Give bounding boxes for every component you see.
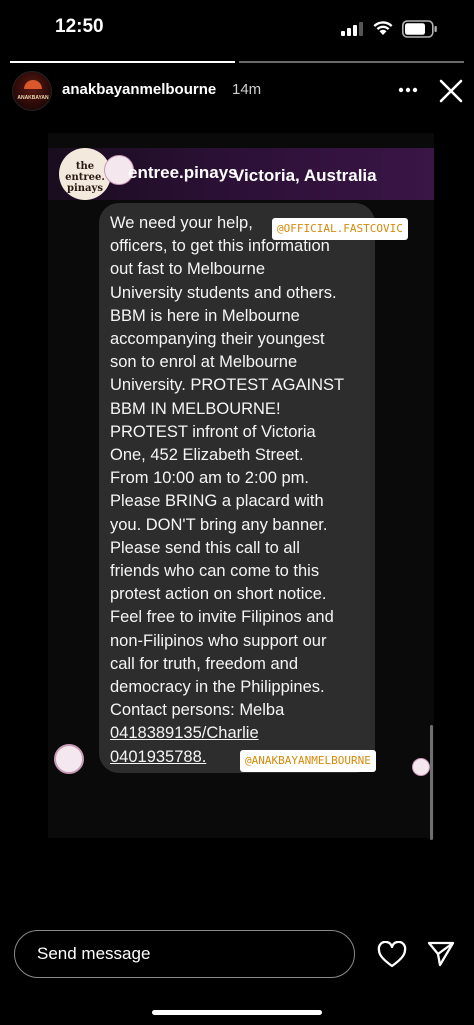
- mention-sticker-bottom[interactable]: @ANAKBAYANMELBOURNE: [240, 750, 376, 772]
- progress-segment: [239, 61, 464, 63]
- message-line: University. PROTEST AGAINST: [110, 376, 345, 395]
- story-username[interactable]: anakbayanmelbourne: [62, 81, 216, 98]
- close-icon[interactable]: [438, 78, 464, 104]
- message-line: friends who can come to this: [110, 562, 320, 581]
- battery-icon: [402, 20, 437, 38]
- heart-icon[interactable]: [377, 941, 407, 969]
- scroll-indicator: [430, 725, 433, 840]
- profile-avatar[interactable]: ANAKBAYAN: [12, 71, 52, 111]
- message-line: University students and others.: [110, 283, 337, 302]
- message-line: son to enrol at Melbourne: [110, 353, 298, 372]
- message-text: We need your help, officers, to get this …: [110, 212, 372, 769]
- message-line: call for truth, freedom and: [110, 654, 299, 673]
- status-bar: 12:50: [0, 0, 474, 58]
- entree-pinays-logo: the entree. pinays: [59, 148, 111, 200]
- message-line: Contact persons: Melba: [110, 701, 285, 720]
- more-icon[interactable]: [396, 78, 420, 102]
- status-time: 12:50: [55, 16, 104, 37]
- message-line: non-Filipinos who support our: [110, 631, 327, 650]
- message-line: We need your help,: [110, 214, 253, 232]
- story-time-ago: 14m: [232, 81, 262, 98]
- message-line: Please send this call to all: [110, 538, 300, 557]
- message-line: 0418389135/Charlie: [110, 724, 259, 743]
- send-message-placeholder: Send message: [37, 944, 151, 963]
- message-sender-avatar: [54, 744, 84, 774]
- message-line: protest action on short notice.: [110, 585, 327, 604]
- avatar-text: ANAKBAYAN: [17, 95, 49, 101]
- message-line: Please BRING a placard with: [110, 492, 324, 511]
- progress-segment: [10, 61, 235, 63]
- message-line: One, 452 Elizabeth Street.: [110, 446, 304, 465]
- shared-location: Victoria, Australia: [233, 166, 377, 185]
- signal-icon: [341, 22, 363, 36]
- message-line: democracy in the Philippines.: [110, 678, 325, 697]
- message-line: 0401935788.: [110, 747, 207, 766]
- mention-sticker-top[interactable]: @OFFICIAL.FASTCOVIC: [272, 218, 408, 240]
- send-icon[interactable]: [426, 939, 456, 969]
- message-line: out fast to Melbourne: [110, 260, 266, 279]
- message-line: PROTEST infront of Victoria: [110, 422, 316, 441]
- message-line: BBM IN MELBOURNE!: [110, 399, 281, 418]
- message-line: you. DON'T bring any banner.: [110, 515, 328, 534]
- wifi-icon: [373, 21, 393, 35]
- read-receipt-avatar: [412, 758, 430, 776]
- message-line: accompanying their youngest: [110, 330, 325, 349]
- message-line: From 10:00 am to 2:00 pm.: [110, 469, 310, 488]
- shared-account-name: entree.pinays: [128, 163, 238, 182]
- message-line: BBM is here in Melbourne: [110, 306, 300, 325]
- home-indicator: [152, 1010, 322, 1015]
- message-line: Feel free to invite Filipinos and: [110, 608, 334, 627]
